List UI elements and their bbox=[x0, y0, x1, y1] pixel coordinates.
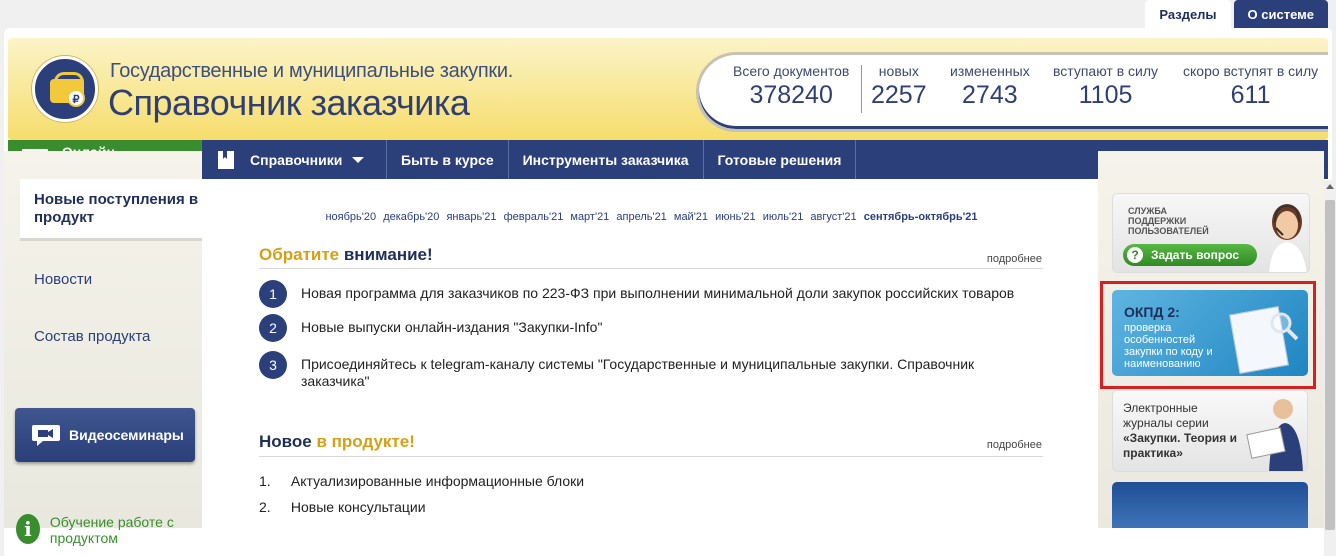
journals-banner[interactable]: Электронные журналы серии «Закупки. Теор… bbox=[1112, 390, 1308, 472]
stat-total[interactable]: Всего документов 378240 bbox=[733, 63, 849, 110]
month-link[interactable]: июнь'21 bbox=[715, 211, 756, 223]
stat-label: скоро вступят в силу bbox=[1183, 63, 1319, 79]
divider bbox=[259, 456, 1043, 457]
tab-about[interactable]: О системе bbox=[1233, 0, 1328, 28]
scroll-up-arrow-icon[interactable] bbox=[1326, 184, 1334, 189]
attention-title: Обратите внимание! bbox=[259, 245, 433, 265]
learn-product-link[interactable]: i Обучение работе с продуктом bbox=[16, 514, 206, 546]
notice-number: 1 bbox=[259, 280, 287, 308]
left-nav-product-structure[interactable]: Состав продукта bbox=[20, 328, 202, 345]
book-icon bbox=[218, 150, 234, 169]
document-stats: Всего документов 378240 новых 2257 измен… bbox=[696, 52, 1328, 132]
journals-text-plain: Электронные журналы серии bbox=[1123, 401, 1209, 430]
month-link[interactable]: декабрь'20 bbox=[383, 211, 439, 223]
question-icon: ? bbox=[1127, 247, 1143, 263]
notice-text: Присоединяйтесь к telegram-каналу систем… bbox=[301, 356, 975, 389]
divider bbox=[259, 268, 1043, 269]
brand-subtitle: Государственные и муниципальные закупки. bbox=[110, 60, 513, 82]
stat-new[interactable]: новых 2257 bbox=[871, 63, 927, 110]
attention-title-part2: внимание! bbox=[343, 245, 433, 264]
video-seminars-button[interactable]: Видеосеминары bbox=[15, 408, 195, 462]
notice-text: Новые выпуски онлайн-издания "Закупки-In… bbox=[301, 319, 603, 335]
journals-text: Электронные журналы серии «Закупки. Теор… bbox=[1123, 401, 1239, 461]
header: ₽ Государственные и муниципальные закупк… bbox=[8, 38, 1328, 140]
product-new-title-part2: в продукте! bbox=[316, 432, 415, 451]
learn-product-label: Обучение работе с продуктом bbox=[49, 514, 174, 546]
month-link[interactable]: май'21 bbox=[674, 211, 708, 223]
support-operator-icon bbox=[1269, 204, 1307, 272]
stat-value: 378240 bbox=[749, 81, 833, 109]
video-seminars-label: Видеосеминары bbox=[69, 427, 184, 443]
attention-title-part1: Обратите bbox=[259, 245, 340, 264]
month-link[interactable]: март'21 bbox=[570, 211, 609, 223]
ask-question-label: Задать вопрос bbox=[1151, 248, 1240, 262]
notice-item[interactable]: 3 Присоединяйтесь к telegram-каналу сист… bbox=[259, 351, 1039, 390]
stat-upcoming[interactable]: скоро вступят в силу 611 bbox=[1183, 63, 1318, 110]
list-item[interactable]: 1. Актуализированные информационные блок… bbox=[259, 473, 584, 489]
list-number: 2. bbox=[259, 499, 271, 515]
notice-number: 2 bbox=[259, 314, 287, 342]
left-nav-news[interactable]: Новости bbox=[20, 271, 202, 288]
left-nav: Новые поступления в продукт Новости Сост… bbox=[20, 179, 202, 345]
reader-person-icon bbox=[1246, 399, 1303, 471]
product-new-more-link[interactable]: подробнее bbox=[987, 439, 1042, 451]
support-banner[interactable]: СЛУЖБА ПОДДЕРЖКИ ПОЛЬЗОВАТЕЛЕЙ ? Задать … bbox=[1112, 193, 1310, 273]
ruble-coin-icon: ₽ bbox=[67, 89, 85, 107]
info-icon: i bbox=[16, 514, 40, 544]
support-label: СЛУЖБА ПОДДЕРЖКИ ПОЛЬЗОВАТЕЛЕЙ bbox=[1128, 206, 1209, 236]
stat-divider bbox=[861, 65, 862, 113]
month-archive: ноябрь'20 декабрь'20 январь'21 февраль'2… bbox=[205, 211, 1098, 223]
menu-label: Справочники bbox=[250, 151, 343, 168]
notice-item[interactable]: 1 Новая программа для заказчиков по 223-… bbox=[259, 280, 1039, 308]
list-number: 1. bbox=[259, 473, 271, 489]
attention-more-link[interactable]: подробнее bbox=[987, 253, 1042, 265]
month-link[interactable]: февраль'21 bbox=[504, 211, 564, 223]
logo[interactable]: ₽ bbox=[32, 56, 98, 122]
ask-question-button[interactable]: ? Задать вопрос bbox=[1123, 244, 1257, 266]
stat-value: 1105 bbox=[1078, 81, 1133, 109]
stat-value: 2257 bbox=[871, 81, 927, 109]
menu-reference[interactable]: Справочники bbox=[202, 140, 387, 179]
stat-changed[interactable]: измененных 2743 bbox=[950, 63, 1030, 110]
left-nav-new-arrivals[interactable]: Новые поступления в продукт bbox=[20, 179, 202, 241]
brand-title: Справочник заказчика bbox=[108, 82, 470, 123]
stat-label: вступают в силу bbox=[1053, 63, 1159, 79]
list-text: Актуализированные информационные блоки bbox=[290, 473, 585, 489]
menu-customer-tools[interactable]: Инструменты заказчика bbox=[509, 140, 704, 179]
notice-number: 3 bbox=[259, 351, 287, 379]
menu-stay-informed[interactable]: Быть в курсе bbox=[387, 140, 509, 179]
stat-effective[interactable]: вступают в силу 1105 bbox=[1053, 63, 1158, 110]
stat-label: измененных bbox=[950, 63, 1030, 79]
stat-label: Всего документов bbox=[733, 63, 850, 79]
notice-text: Новая программа для заказчиков по 223-ФЗ… bbox=[301, 285, 1015, 301]
product-new-title-part1: Новое bbox=[259, 432, 312, 451]
highlight-frame bbox=[1100, 281, 1316, 389]
stat-value: 611 bbox=[1230, 81, 1271, 109]
main-content: ноябрь'20 декабрь'20 январь'21 февраль'2… bbox=[205, 193, 1098, 556]
month-link[interactable]: ноябрь'20 bbox=[325, 211, 376, 223]
month-link[interactable]: август'21 bbox=[810, 211, 856, 223]
top-tabs: Разделы О системе bbox=[1142, 0, 1328, 28]
tab-sections[interactable]: Разделы bbox=[1145, 0, 1231, 28]
product-new-title: Новое в продукте! bbox=[259, 432, 415, 452]
scrollbar-thumb[interactable] bbox=[1325, 200, 1335, 530]
list-text: Новые консультации bbox=[290, 499, 426, 515]
journals-text-series: «Закупки. Теория и практика» bbox=[1123, 431, 1237, 460]
menu-ready-solutions[interactable]: Готовые решения bbox=[704, 140, 857, 179]
month-link[interactable]: июль'21 bbox=[763, 211, 804, 223]
month-link[interactable]: апрель'21 bbox=[616, 211, 666, 223]
stat-value: 2743 bbox=[962, 81, 1018, 109]
month-link[interactable]: январь'21 bbox=[446, 211, 496, 223]
month-current[interactable]: сентябрь-октябрь'21 bbox=[864, 211, 978, 223]
list-item[interactable]: 2. Новые консультации bbox=[259, 499, 426, 515]
chevron-down-icon bbox=[352, 156, 365, 163]
notice-item[interactable]: 2 Новые выпуски онлайн-издания "Закупки-… bbox=[259, 314, 1039, 342]
next-banner[interactable] bbox=[1112, 482, 1308, 528]
video-chat-icon bbox=[32, 425, 60, 446]
stat-label: новых bbox=[878, 63, 919, 79]
